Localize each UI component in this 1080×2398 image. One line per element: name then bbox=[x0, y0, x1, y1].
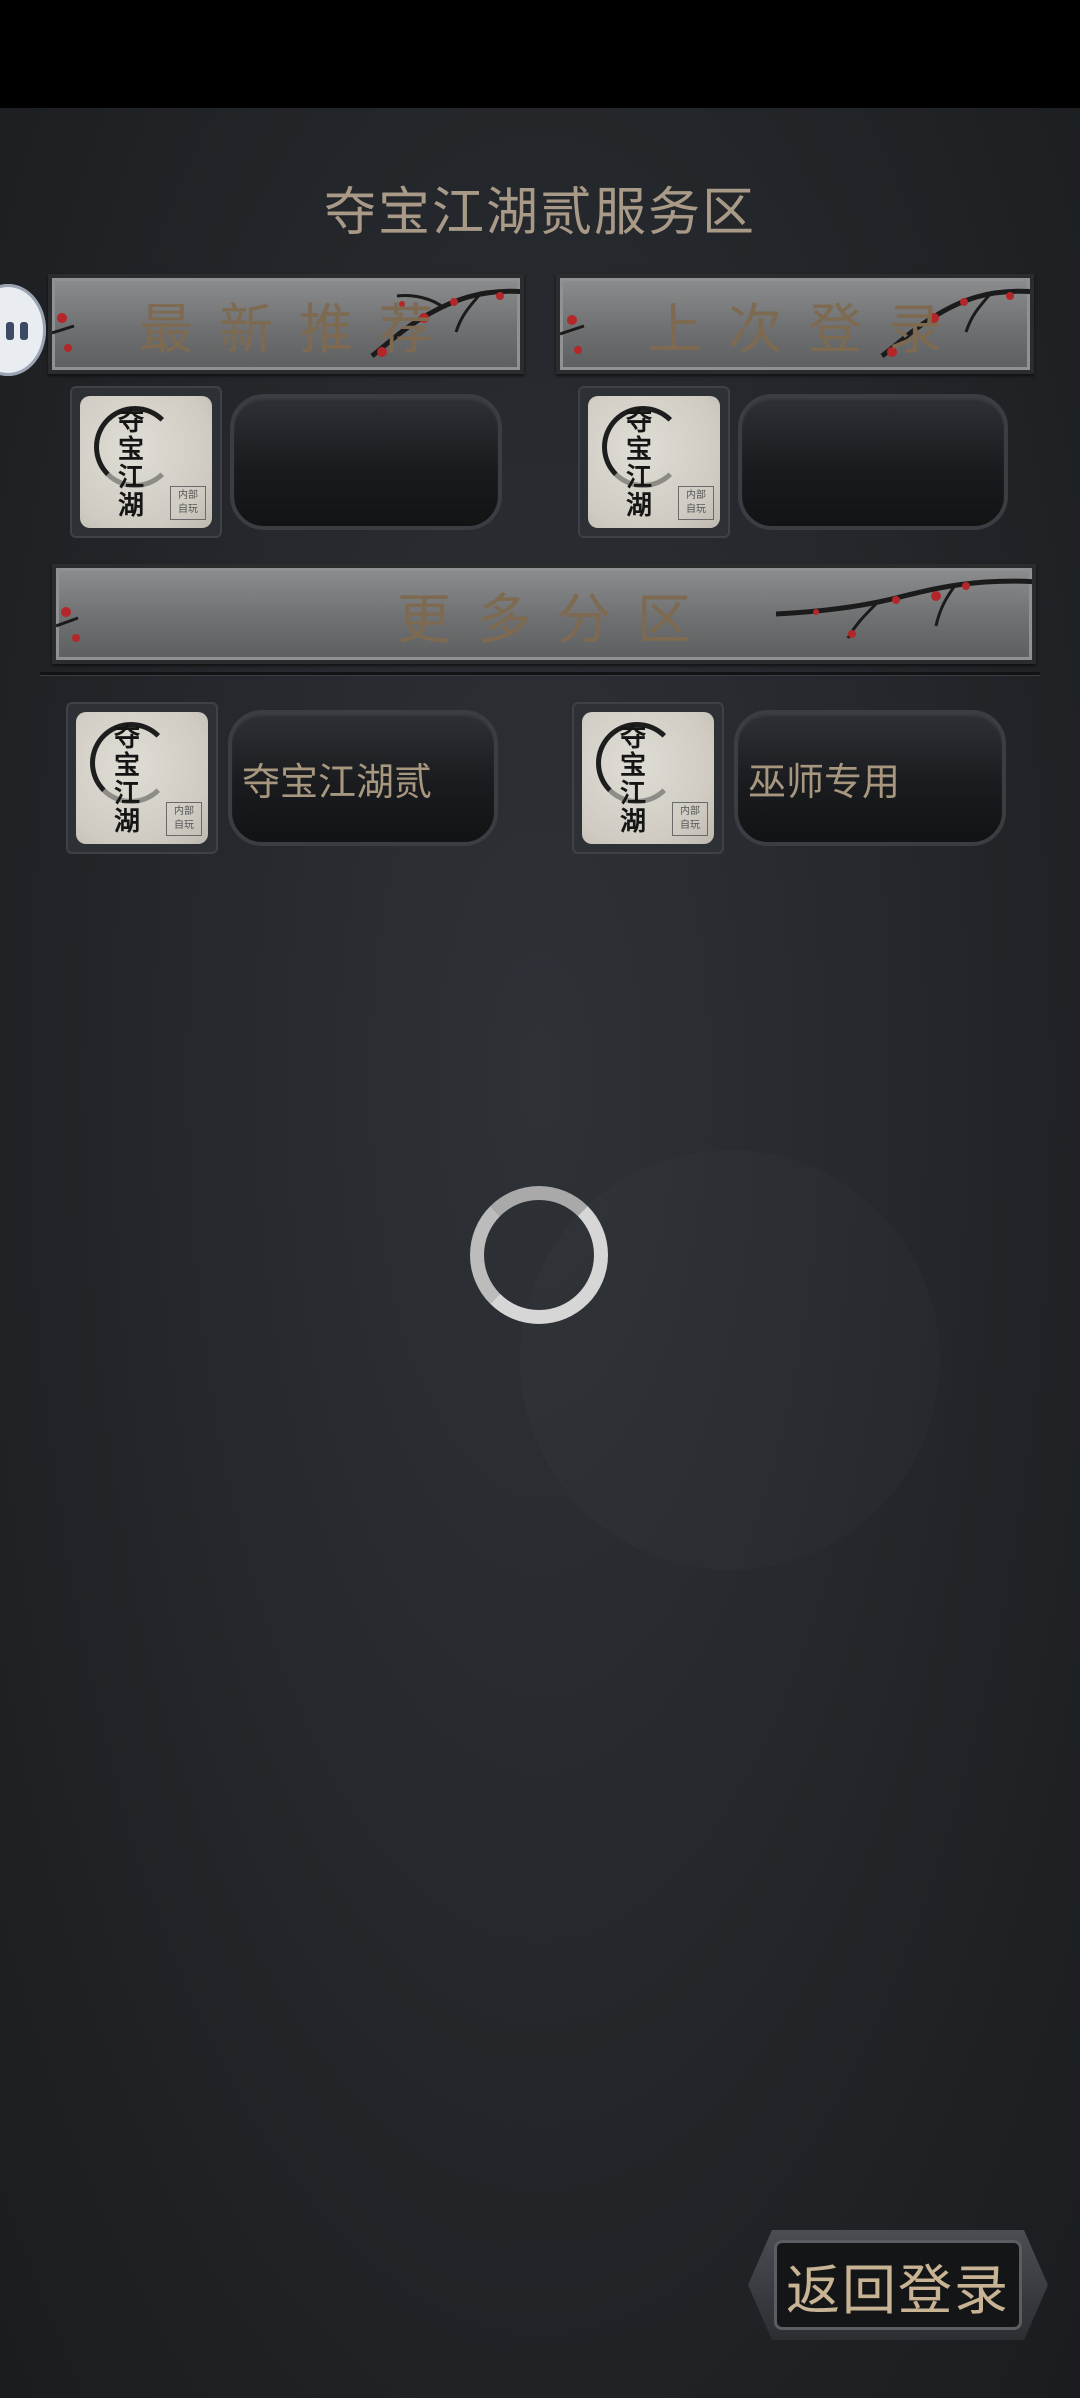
section-label-latest: 最新推荐 bbox=[139, 297, 459, 361]
calligraphy-char: 宝 bbox=[118, 435, 145, 465]
assistant-ball-eye-left bbox=[6, 322, 14, 340]
calligraphy-char: 湖 bbox=[118, 491, 145, 521]
section-banner-latest: 最新推荐 bbox=[48, 274, 524, 374]
server-logo-calligraphy: 夺 宝 江 湖 bbox=[118, 408, 178, 520]
server-logo: 夺 宝 江 湖 内部 自玩 bbox=[80, 396, 212, 528]
calligraphy-char: 江 bbox=[626, 463, 653, 493]
server-button-latest[interactable] bbox=[230, 394, 502, 530]
server-logo-calligraphy: 夺 宝 江 湖 bbox=[114, 724, 174, 836]
server-logo: 夺 宝 江 湖 内部 自玩 bbox=[588, 396, 720, 528]
server-icon-more-1[interactable]: 夺 宝 江 湖 内部 自玩 bbox=[66, 702, 218, 854]
calligraphy-char: 湖 bbox=[626, 491, 653, 521]
server-icon-more-2[interactable]: 夺 宝 江 湖 内部 自玩 bbox=[572, 702, 724, 854]
server-icon-last-login[interactable]: 夺 宝 江 湖 内部 自玩 bbox=[578, 386, 730, 538]
calligraphy-char: 江 bbox=[118, 463, 145, 493]
back-to-login-button[interactable]: 返回登录 bbox=[748, 2230, 1048, 2340]
calligraphy-char: 夺 bbox=[118, 407, 145, 437]
calligraphy-char: 宝 bbox=[114, 751, 141, 781]
server-icon-latest[interactable]: 夺 宝 江 湖 内部 自玩 bbox=[70, 386, 222, 538]
assistant-ball-icon[interactable] bbox=[0, 284, 46, 376]
server-logo: 夺 宝 江 湖 内部 自玩 bbox=[76, 712, 208, 844]
seal-line: 内部 bbox=[686, 490, 706, 501]
seal-line: 自玩 bbox=[174, 820, 194, 831]
seal-line: 自玩 bbox=[680, 820, 700, 831]
calligraphy-char: 宝 bbox=[620, 751, 647, 781]
server-button-more-2[interactable]: 巫师专用 bbox=[734, 710, 1006, 846]
calligraphy-char: 夺 bbox=[620, 723, 647, 753]
seal-stamp: 内部 自玩 bbox=[170, 486, 206, 520]
seal-stamp: 内部 自玩 bbox=[672, 802, 708, 836]
server-logo-calligraphy: 夺 宝 江 湖 bbox=[626, 408, 686, 520]
calligraphy-char: 江 bbox=[620, 779, 647, 809]
server-button-last-login[interactable] bbox=[738, 394, 1008, 530]
status-bar bbox=[0, 0, 1080, 108]
seal-line: 自玩 bbox=[178, 504, 198, 515]
page-title: 夺宝江湖贰服务区 bbox=[323, 183, 756, 243]
calligraphy-char: 夺 bbox=[114, 723, 141, 753]
calligraphy-char: 江 bbox=[114, 779, 141, 809]
seal-line: 内部 bbox=[680, 806, 700, 817]
seal-stamp: 内部 自玩 bbox=[166, 802, 202, 836]
server-logo-calligraphy: 夺 宝 江 湖 bbox=[620, 724, 680, 836]
assistant-ball-eye-right bbox=[20, 322, 28, 340]
server-button-more-1[interactable]: 夺宝江湖贰 bbox=[228, 710, 498, 846]
section-label-more: 更多分区 bbox=[397, 587, 717, 651]
seal-line: 自玩 bbox=[686, 504, 706, 515]
seal-line: 内部 bbox=[178, 490, 198, 501]
seal-stamp: 内部 自玩 bbox=[678, 486, 714, 520]
section-banner-more: 更多分区 bbox=[52, 564, 1036, 664]
section-divider bbox=[40, 672, 1040, 676]
loading-spinner-icon bbox=[470, 1186, 608, 1324]
server-select-screen: 夺宝江湖贰服务区 最新推荐 上次登录 夺 宝 江 湖 内部 自玩 夺 宝 江 湖… bbox=[0, 0, 1080, 2398]
calligraphy-char: 宝 bbox=[626, 435, 653, 465]
section-label-last-login: 上次登录 bbox=[648, 297, 968, 361]
seal-line: 内部 bbox=[174, 806, 194, 817]
server-logo: 夺 宝 江 湖 内部 自玩 bbox=[582, 712, 714, 844]
calligraphy-char: 湖 bbox=[114, 807, 141, 837]
back-button-label: 返回登录 bbox=[774, 2240, 1022, 2330]
section-banner-last-login: 上次登录 bbox=[556, 274, 1034, 374]
calligraphy-char: 湖 bbox=[620, 807, 647, 837]
calligraphy-char: 夺 bbox=[626, 407, 653, 437]
